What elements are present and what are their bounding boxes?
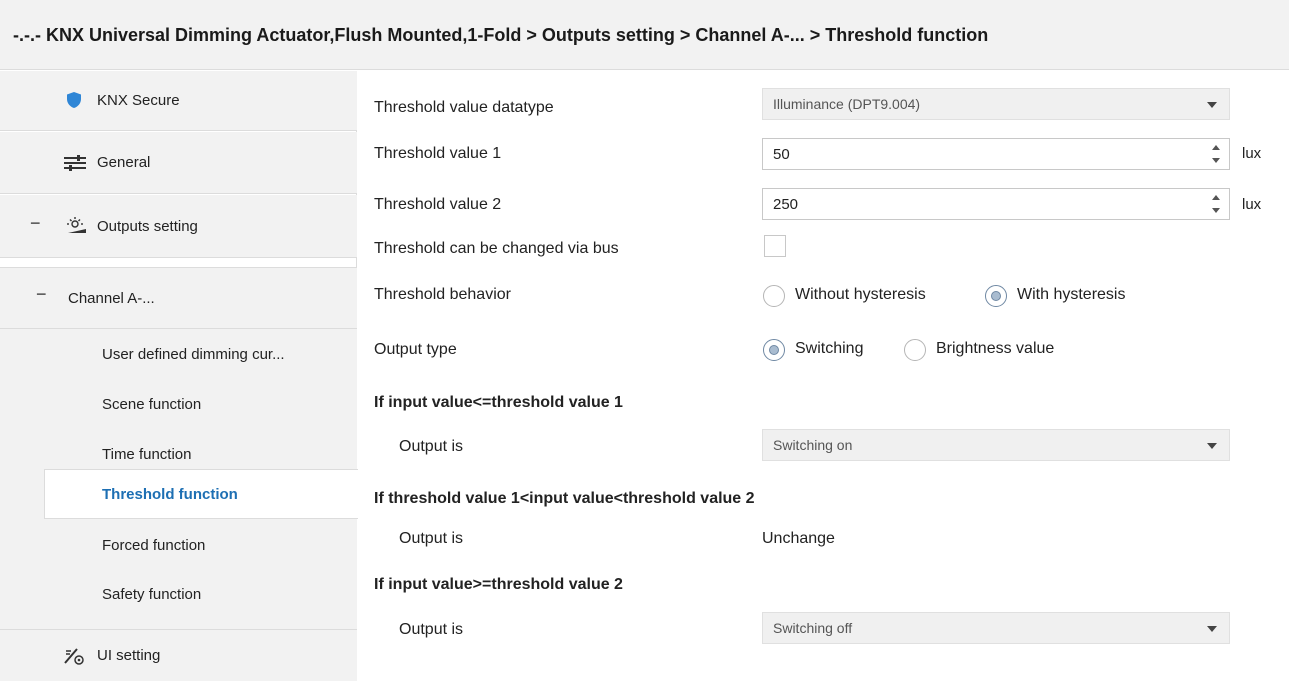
threshold-1-input[interactable] (763, 139, 1193, 169)
ui-setting-icon (63, 647, 85, 670)
sidebar-item-scene-function[interactable]: Scene function (0, 379, 357, 429)
bus-change-checkbox[interactable] (764, 235, 786, 257)
sidebar-item-label: Forced function (102, 536, 206, 554)
sliders-icon (63, 154, 87, 177)
breadcrumb: -.-.- KNX Universal Dimming Actuator,Flu… (13, 25, 989, 45)
behavior-label: Threshold behavior (374, 286, 511, 303)
radio-label: Without hysteresis (795, 286, 926, 303)
spin-arrows-icon[interactable] (1211, 145, 1221, 163)
radio-without-hysteresis[interactable] (763, 285, 785, 307)
shield-icon (66, 91, 82, 114)
sidebar-item-safety-function[interactable]: Safety function (0, 569, 357, 619)
threshold-2-spinbox[interactable] (762, 188, 1230, 220)
radio-brightness-value[interactable] (904, 339, 926, 361)
output-3-select[interactable]: Switching off (762, 612, 1230, 644)
datatype-value: Illuminance (DPT9.004) (773, 96, 921, 112)
sidebar-item-label: Scene function (102, 395, 202, 413)
sidebar-item-knx-secure[interactable]: KNX Secure (0, 71, 357, 131)
sidebar-item-label: UI setting (97, 647, 161, 664)
radio-label: Switching (795, 340, 864, 357)
chevron-down-icon (1207, 443, 1217, 449)
sidebar-item-label: Threshold function (102, 485, 238, 503)
sidebar-item-ui-setting[interactable]: UI setting (0, 629, 357, 681)
title-bar: -.-.- KNX Universal Dimming Actuator,Flu… (0, 0, 1289, 70)
sidebar-item-label: Safety function (102, 585, 202, 603)
threshold-2-label: Threshold value 2 (374, 196, 502, 213)
output-is-label: Output is (399, 621, 464, 638)
sidebar: KNX Secure General − Outputs setting − C… (0, 71, 358, 681)
sidebar-item-forced-function[interactable]: Forced function (0, 520, 357, 570)
sidebar-item-user-defined-dimming[interactable]: User defined dimming cur... (0, 329, 357, 379)
sidebar-item-general[interactable]: General (0, 132, 357, 194)
output-is-label: Output is (399, 530, 464, 547)
sidebar-item-label: Outputs setting (97, 217, 198, 235)
output-2-value: Unchange (762, 530, 835, 547)
chevron-down-icon (1207, 102, 1217, 108)
spin-arrows-icon[interactable] (1211, 195, 1221, 213)
threshold-1-label: Threshold value 1 (374, 145, 502, 162)
threshold-2-unit: lux (1242, 196, 1262, 213)
sidebar-item-label: User defined dimming cur... (102, 345, 285, 363)
parameter-panel: Threshold value datatype Illuminance (DP… (358, 71, 1289, 681)
collapse-toggle[interactable]: − (36, 284, 47, 305)
datatype-label: Threshold value datatype (374, 99, 554, 116)
output-1-value: Switching on (773, 437, 853, 453)
output-type-label: Output type (374, 341, 457, 358)
radio-label: Brightness value (936, 340, 1055, 357)
threshold-1-spinbox[interactable] (762, 138, 1230, 170)
sidebar-item-channel-a[interactable]: − Channel A-... (0, 267, 357, 329)
output-1-select[interactable]: Switching on (762, 429, 1230, 461)
threshold-1-unit: lux (1242, 145, 1262, 162)
chevron-down-icon (1207, 626, 1217, 632)
sidebar-item-label: Time function (102, 445, 192, 463)
section-header: If threshold value 1<input value<thresho… (374, 490, 755, 507)
sidebar-item-outputs-setting[interactable]: − Outputs setting (0, 195, 357, 258)
section-header: If input value<=threshold value 1 (374, 394, 623, 411)
lamp-icon (66, 217, 88, 240)
sidebar-item-threshold-function[interactable]: Threshold function (44, 469, 358, 519)
collapse-toggle[interactable]: − (30, 213, 41, 234)
datatype-select[interactable]: Illuminance (DPT9.004) (762, 88, 1230, 120)
bus-change-label: Threshold can be changed via bus (374, 240, 619, 257)
radio-with-hysteresis[interactable] (985, 285, 1007, 307)
sidebar-item-label: Channel A-... (68, 289, 155, 307)
section-header: If input value>=threshold value 2 (374, 576, 623, 593)
sidebar-item-label: KNX Secure (97, 92, 180, 109)
radio-switching[interactable] (763, 339, 785, 361)
threshold-2-input[interactable] (763, 189, 1193, 219)
output-is-label: Output is (399, 438, 464, 455)
radio-label: With hysteresis (1017, 286, 1126, 303)
output-3-value: Switching off (773, 620, 853, 636)
sidebar-item-label: General (97, 154, 151, 171)
